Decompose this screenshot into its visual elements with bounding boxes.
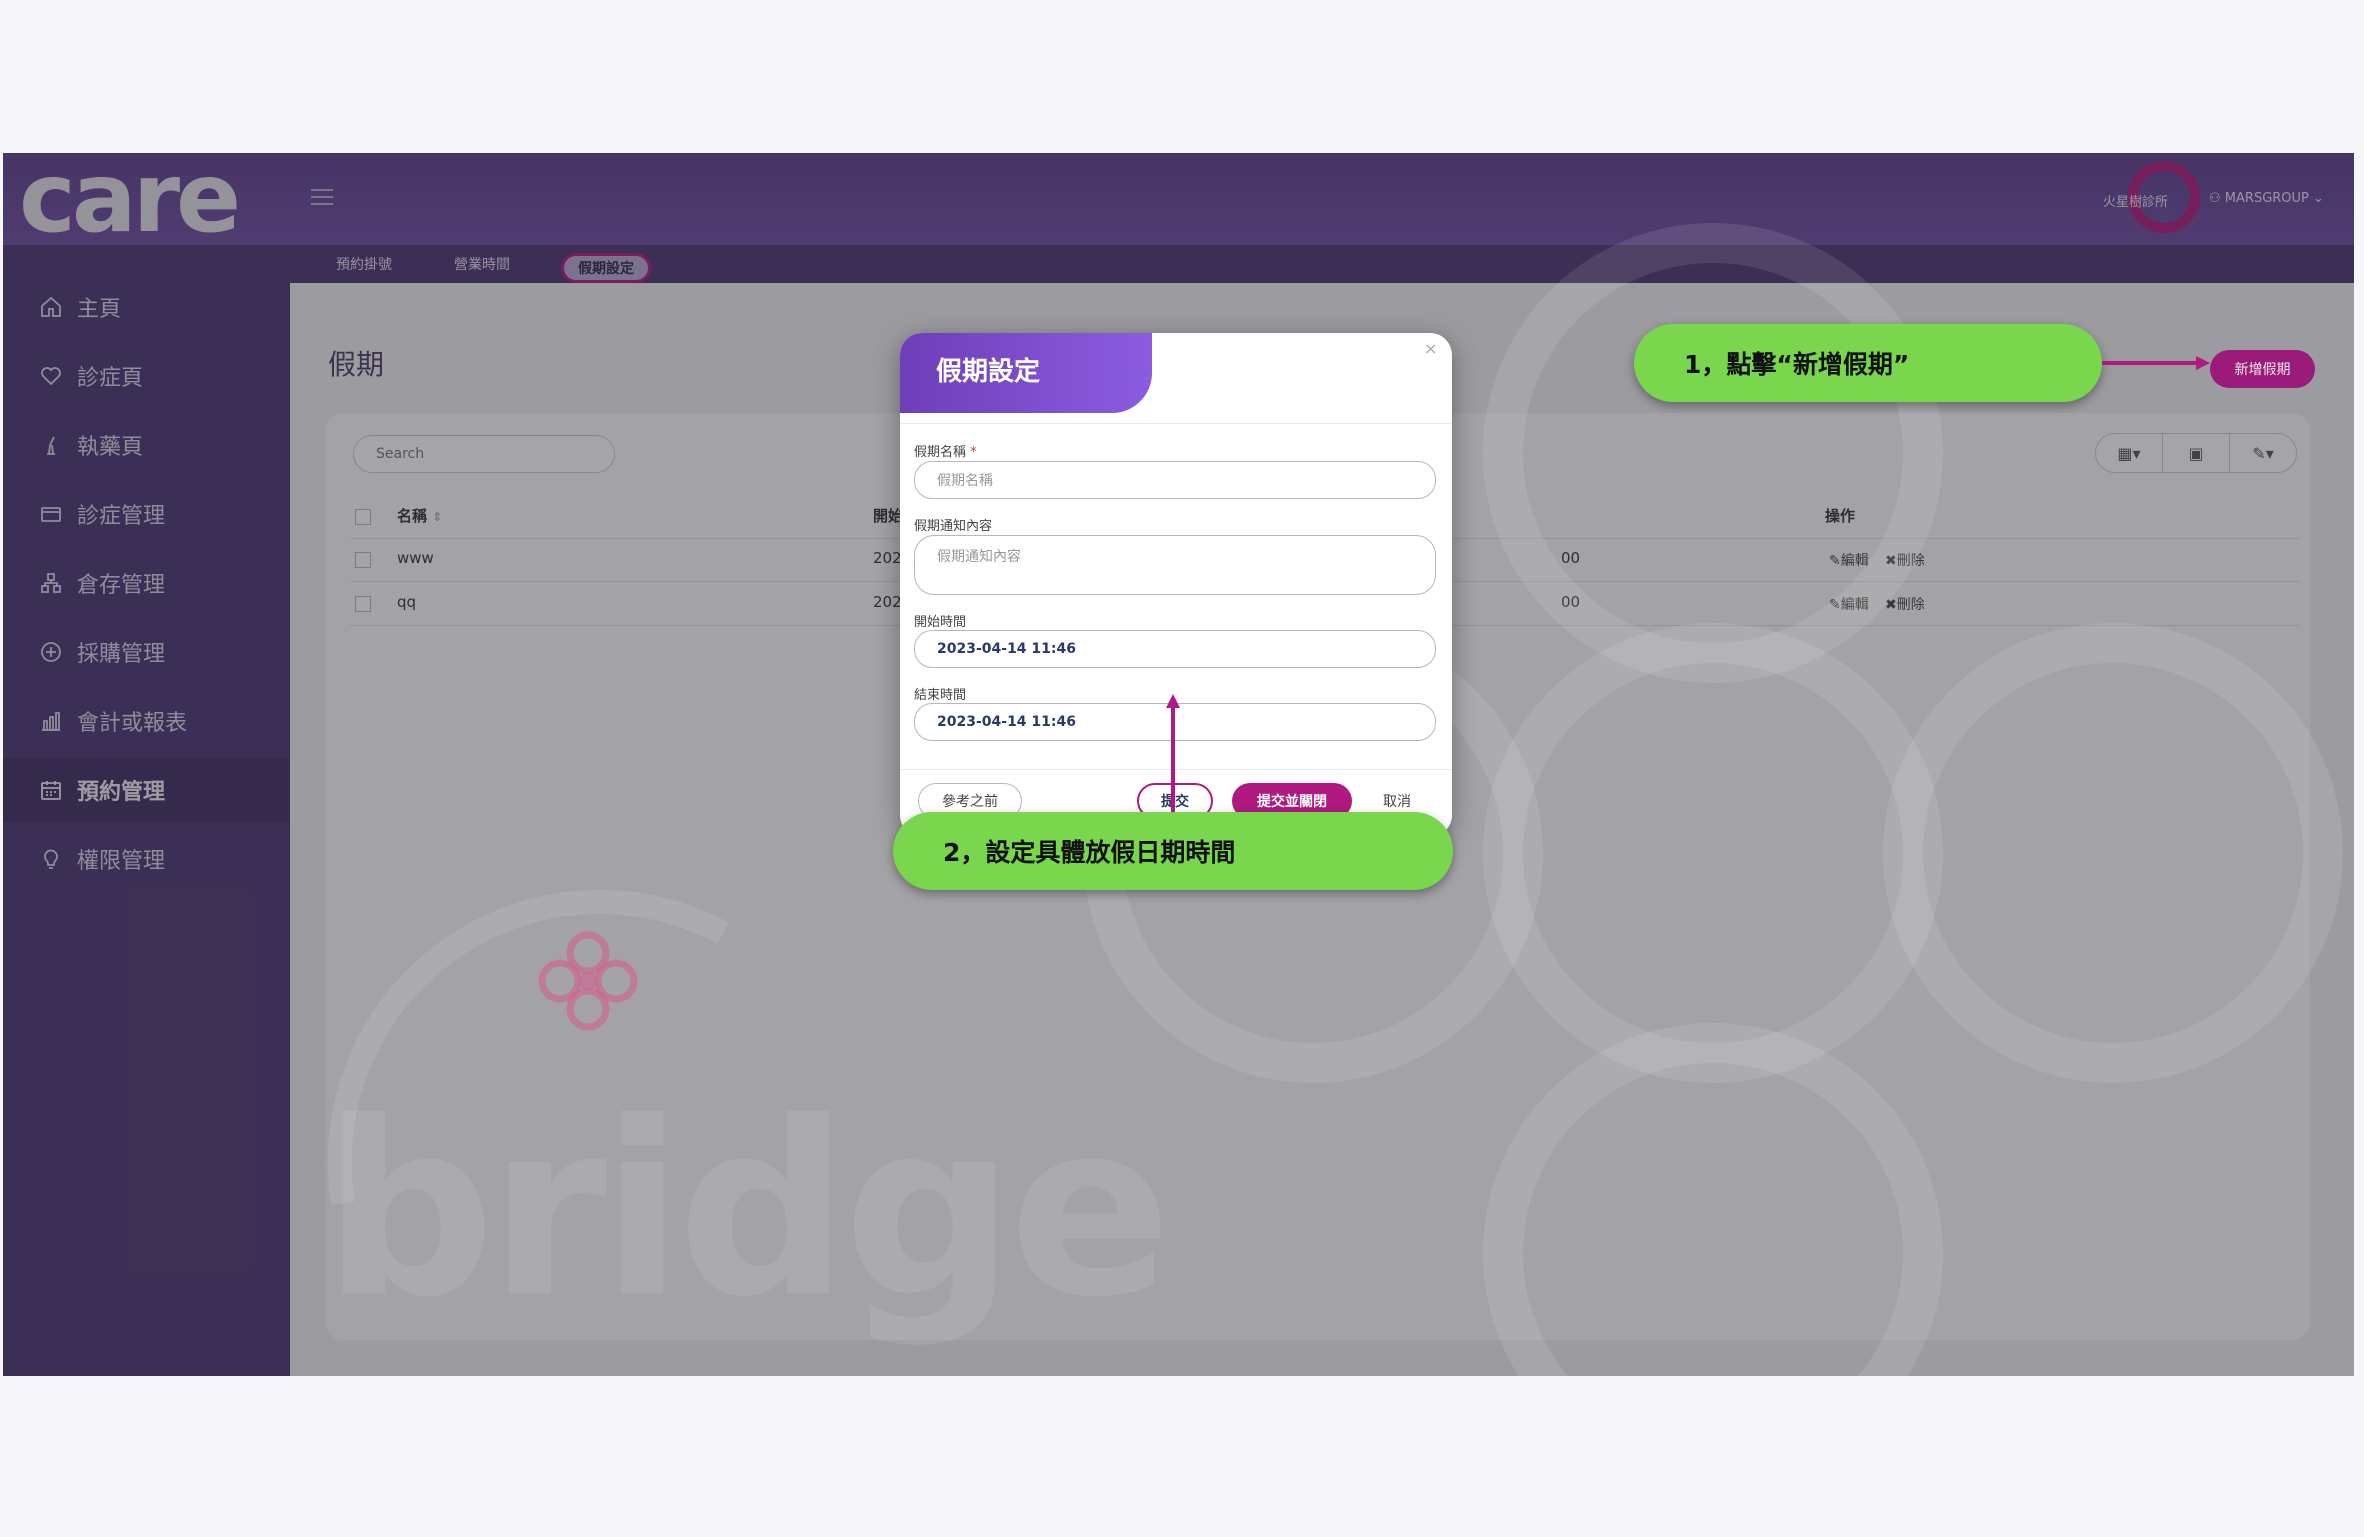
close-icon[interactable]: ×: [1424, 339, 1437, 358]
holiday-notice-label: 假期通知內容: [914, 519, 993, 534]
callout-step-1: 1，點擊“新增假期”: [1634, 324, 2102, 402]
holiday-notice-textarea[interactable]: 假期通知內容: [914, 535, 1436, 595]
holiday-name-input[interactable]: 假期名稱: [914, 461, 1436, 499]
holiday-settings-dialog: 假期設定 × 假期名稱 * 假期名稱 假期通知內容 假期通知內容 開始時間 20…: [900, 333, 1452, 837]
callout-step-2: 2，設定具體放假日期時間: [893, 812, 1453, 890]
dialog-footer-divider: [900, 769, 1452, 770]
start-time-input[interactable]: 2023-04-14 11:46: [914, 630, 1436, 668]
end-time-label: 結束時間: [914, 688, 967, 703]
dialog-title: 假期設定: [936, 357, 1041, 387]
holiday-name-label: 假期名稱 *: [914, 445, 977, 460]
end-time-input[interactable]: 2023-04-14 11:46: [914, 703, 1436, 741]
start-time-label: 開始時間: [914, 615, 967, 630]
required-mark: *: [970, 445, 977, 460]
dialog-divider: [900, 423, 1452, 424]
add-holiday-button[interactable]: 新增假期: [2210, 350, 2315, 388]
